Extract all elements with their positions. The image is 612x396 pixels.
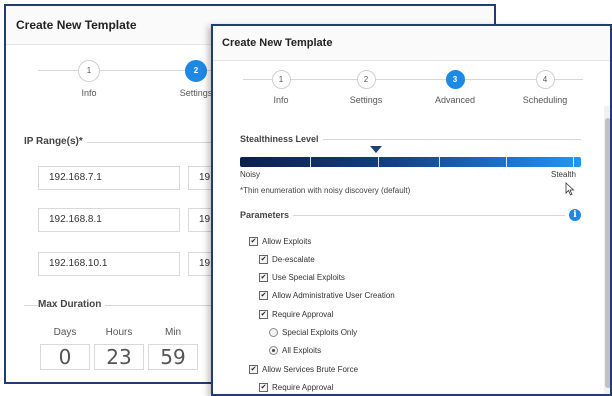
ip-start-input[interactable]: 192.168.10.1 [38, 252, 180, 276]
step-label: Advanced [434, 95, 476, 105]
ip-start-input[interactable]: 192.168.7.1 [38, 166, 180, 190]
stealth-note: *Thin enumeration with noisy discovery (… [240, 186, 411, 195]
step-label: Scheduling [522, 95, 568, 105]
step-number: 1 [271, 70, 291, 89]
checkbox[interactable]: ✔ [249, 365, 258, 374]
step-number: 2 [185, 60, 207, 82]
parameter-label: De-escalate [272, 255, 315, 264]
ip-range-label: IP Range(s)* [24, 136, 87, 147]
max-duration-label: Max Duration [38, 299, 106, 310]
step-scheduling[interactable]: 4 Scheduling [513, 70, 577, 105]
step-settings[interactable]: 2 Settings [338, 70, 394, 105]
stealthiness-label: Stealthiness Level [240, 134, 323, 144]
slider-tick [378, 157, 379, 167]
parameter-label: Special Exploits Only [282, 328, 358, 337]
step-number: 4 [535, 70, 555, 89]
stealthiness-slider[interactable] [240, 157, 581, 167]
checkbox[interactable]: ✔ [259, 291, 268, 300]
step-number: 3 [445, 70, 465, 89]
checkbox[interactable]: ✔ [259, 255, 268, 264]
scrollbar-thumb[interactable] [605, 118, 610, 388]
parameters-label: Parameters [240, 210, 294, 220]
parameter-label: Require Approval [272, 310, 334, 319]
slider-thumb[interactable] [370, 146, 383, 153]
step-label: Info [81, 88, 97, 98]
parameter-label: Require Approval [272, 383, 334, 392]
step-advanced[interactable]: 3 Advanced [425, 70, 485, 105]
parameter-label: All Exploits [282, 346, 322, 355]
dialog-title: Create New Template [213, 26, 610, 61]
parameter-radio-row[interactable]: Special Exploits Only [269, 328, 357, 337]
info-icon[interactable]: i [569, 209, 581, 221]
mouse-pointer-icon [565, 182, 575, 196]
slider-tick [310, 157, 311, 167]
hours-input[interactable]: 23 [94, 344, 144, 370]
checkbox[interactable]: ✔ [249, 237, 258, 246]
parameter-checkbox-row[interactable]: ✔ Require Approval [259, 310, 333, 319]
checkbox[interactable]: ✔ [259, 273, 268, 282]
parameter-checkbox-row[interactable]: ✔ Allow Exploits [249, 237, 311, 246]
parameter-checkbox-row[interactable]: ✔ Require Approval [259, 383, 333, 392]
step-number: 2 [356, 70, 376, 89]
min-label: Min [164, 327, 182, 338]
parameter-checkbox-row[interactable]: ✔ De-escalate [259, 255, 315, 264]
slider-max-label: Stealth [551, 170, 576, 179]
ip-start-input[interactable]: 192.168.8.1 [38, 208, 180, 232]
step-number: 1 [78, 60, 100, 82]
radio-button[interactable] [269, 346, 278, 355]
slider-tick [439, 157, 440, 167]
step-info[interactable]: 1 Info [64, 60, 114, 98]
checkbox[interactable]: ✔ [259, 310, 268, 319]
parameter-label: Allow Administrative User Creation [272, 291, 395, 300]
step-info[interactable]: 1 Info [256, 70, 306, 105]
parameter-checkbox-row[interactable]: ✔ Allow Services Brute Force [249, 365, 358, 374]
min-input[interactable]: 59 [148, 344, 198, 370]
parameter-radio-row[interactable]: All Exploits [269, 346, 321, 355]
hours-label: Hours [105, 327, 133, 338]
parameter-label: Allow Exploits [262, 237, 312, 246]
parameter-checkbox-row[interactable]: ✔ Allow Administrative User Creation [259, 291, 395, 300]
slider-min-label: Noisy [240, 170, 261, 179]
parameter-checkbox-row[interactable]: ✔ Use Special Exploits [259, 273, 345, 282]
slider-tick [506, 157, 507, 167]
parameter-label: Allow Services Brute Force [262, 365, 359, 374]
parameter-label: Use Special Exploits [272, 273, 345, 282]
step-label: Settings [349, 95, 383, 105]
step-label: Info [273, 95, 289, 105]
front-template-dialog: Create New Template 1 Info 2 Settings 3 … [211, 24, 612, 396]
checkbox[interactable]: ✔ [259, 383, 268, 392]
slider-tick [573, 157, 574, 167]
days-input[interactable]: 0 [40, 344, 90, 370]
radio-button[interactable] [269, 328, 278, 337]
days-label: Days [53, 327, 77, 338]
